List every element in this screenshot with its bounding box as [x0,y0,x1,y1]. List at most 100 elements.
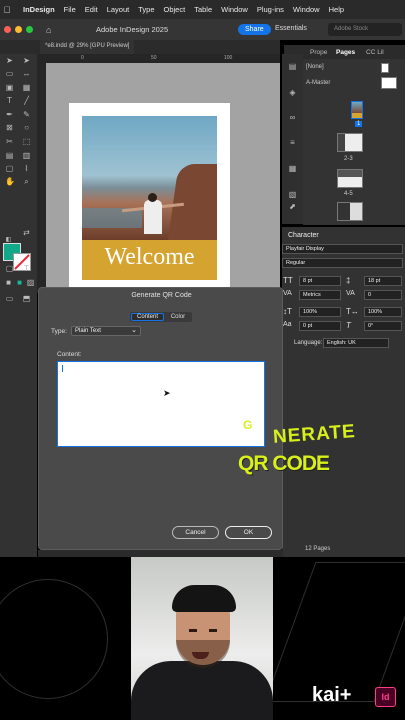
page-photo[interactable] [82,116,217,240]
zoom-window-icon[interactable] [26,26,33,33]
text-wrap-icon[interactable]: ▧ [288,190,297,199]
swatches-icon[interactable]: ▦ [288,164,297,173]
kerning-field[interactable]: Metrics [299,290,341,300]
menu-window[interactable]: Window [293,5,320,14]
swap-colors-icon[interactable]: ⇄ [22,228,31,237]
pages-panel-icon[interactable]: ▤ [288,62,297,71]
note-tool-icon[interactable]: ▢ [5,164,14,173]
spread-4-5-thumb[interactable] [337,169,363,188]
menu-edit[interactable]: Edit [85,5,98,14]
layers-icon[interactable]: ◈ [288,88,297,97]
tab-pages[interactable]: Pages [336,49,355,56]
close-window-icon[interactable] [4,26,11,33]
preview-mode-icon[interactable]: ⬒ [22,294,31,303]
page-1-label: 1 [355,121,363,127]
ruler-label: 50 [151,55,157,61]
menu-app[interactable]: InDesign [23,5,55,14]
page-tool-icon[interactable]: ▭ [5,69,14,78]
menu-view[interactable]: Window [221,5,248,14]
adobe-stock-search[interactable]: Adobe Stock [328,23,402,36]
presenter-cap [172,585,236,612]
tracking-icon: VA [346,290,355,297]
tab-content[interactable]: Content [131,313,164,321]
language-select[interactable]: English: UK [323,338,389,348]
gradient-tool-icon[interactable]: ▤ [5,151,14,160]
apply-gradient-icon[interactable]: ■ [15,278,24,287]
horizontal-scale-field[interactable]: 100% [364,307,402,317]
spread-6-7-thumb[interactable] [337,202,363,221]
spread-2-3-thumb[interactable] [337,133,363,152]
apply-none-icon[interactable]: ▨ [26,278,35,287]
document-status-bar [38,550,283,557]
master-a-thumb[interactable] [381,77,397,89]
master-none-thumb[interactable] [381,63,389,73]
ok-button[interactable]: OK [225,526,272,539]
gradient-feather-icon[interactable]: ▥ [22,151,31,160]
menu-type[interactable]: Type [138,5,154,14]
panel-icon-strip: ▤ ◈ ∞ ≡ ▦ ▧ ⬈ [282,54,303,224]
baseline-shift-field[interactable]: 0 pt [299,321,341,331]
font-family-field[interactable]: Playfair Display [282,244,403,254]
welcome-heading: Welcome [104,244,195,270]
line-tool-icon[interactable]: ╱ [22,96,31,105]
content-textarea[interactable]: ➤ [57,361,265,447]
master-a[interactable]: A-Master [306,80,330,86]
master-none[interactable]: [None] [306,64,324,70]
ellipse-tool-icon[interactable]: ○ [22,123,31,132]
presenter-video: kai+ Id [0,557,405,720]
tracking-field[interactable]: 0 [364,290,402,300]
scissors-tool-icon[interactable]: ✂ [5,137,14,146]
document-tab[interactable]: *e8.indd @ 29% [GPU Preview] [40,40,135,54]
gap-tool-icon[interactable]: ↔ [22,69,31,78]
zoom-tool-icon[interactable]: ⌕ [22,177,31,186]
horizontal-ruler: 0 50 100 [37,54,280,63]
rectangle-frame-tool-icon[interactable]: ⊠ [5,123,14,132]
kai-logo: kai+ [312,684,352,706]
stroke-icon[interactable]: ≡ [288,138,297,147]
normal-view-icon[interactable]: ▭ [5,294,14,303]
pencil-tool-icon[interactable]: ✎ [22,110,31,119]
eyedropper-tool-icon[interactable]: ⌇ [22,164,31,173]
share-button[interactable]: Share [238,24,271,35]
ruler-label: 100 [224,55,233,61]
frame-grid-icon[interactable]: ▦ [22,83,31,92]
selection-tool-icon[interactable]: ➤ [5,56,14,65]
export-icon[interactable]: ⬈ [288,202,297,211]
workspace-switcher[interactable]: Essentials [275,25,307,32]
apple-icon[interactable]:  [0,5,14,15]
decorative-circle [0,579,108,699]
vertical-scale-field[interactable]: 100% [299,307,341,317]
minimize-window-icon[interactable] [15,26,22,33]
type-select[interactable]: Plain Text [71,326,141,336]
content-collector-icon[interactable]: ▣ [5,83,14,92]
formatting-container-icon[interactable]: ▢ [5,264,14,273]
menu-layout[interactable]: Layout [107,5,130,14]
menu-object[interactable]: Object [164,5,186,14]
tab-cc-libraries[interactable]: CC Lil [366,49,384,56]
skew-field[interactable]: 0° [364,321,402,331]
tab-color[interactable]: Color [166,313,190,321]
formatting-text-icon[interactable]: T [22,264,31,273]
font-style-field[interactable]: Regular [282,258,403,268]
hand-tool-icon[interactable]: ✋ [5,177,15,186]
type-tool-icon[interactable]: T [5,96,14,105]
apply-color-icon[interactable]: ■ [4,278,13,287]
content-color-switch: Content Color [130,312,192,322]
page-1-thumb[interactable] [351,101,363,119]
leading-field[interactable]: 18 pt [364,276,402,286]
font-size-field[interactable]: 8 pt [299,276,341,286]
home-icon[interactable]: ⌂ [46,25,51,35]
free-transform-tool-icon[interactable]: ⬚ [22,137,31,146]
menu-help[interactable]: Help [329,5,344,14]
menu-table[interactable]: Table [194,5,212,14]
menu-file[interactable]: File [64,5,76,14]
cancel-button[interactable]: Cancel [172,526,219,539]
ruler-label: 0 [81,55,84,61]
direct-selection-tool-icon[interactable]: ➤ [22,56,31,65]
menu-plugins[interactable]: Plug-ins [257,5,284,14]
pages-count: 12 Pages [305,546,331,552]
pen-tool-icon[interactable]: ✒ [5,110,14,119]
links-icon[interactable]: ∞ [288,113,297,122]
tab-properties[interactable]: Prope [310,49,327,56]
default-colors-icon[interactable]: ◧ [4,236,13,245]
